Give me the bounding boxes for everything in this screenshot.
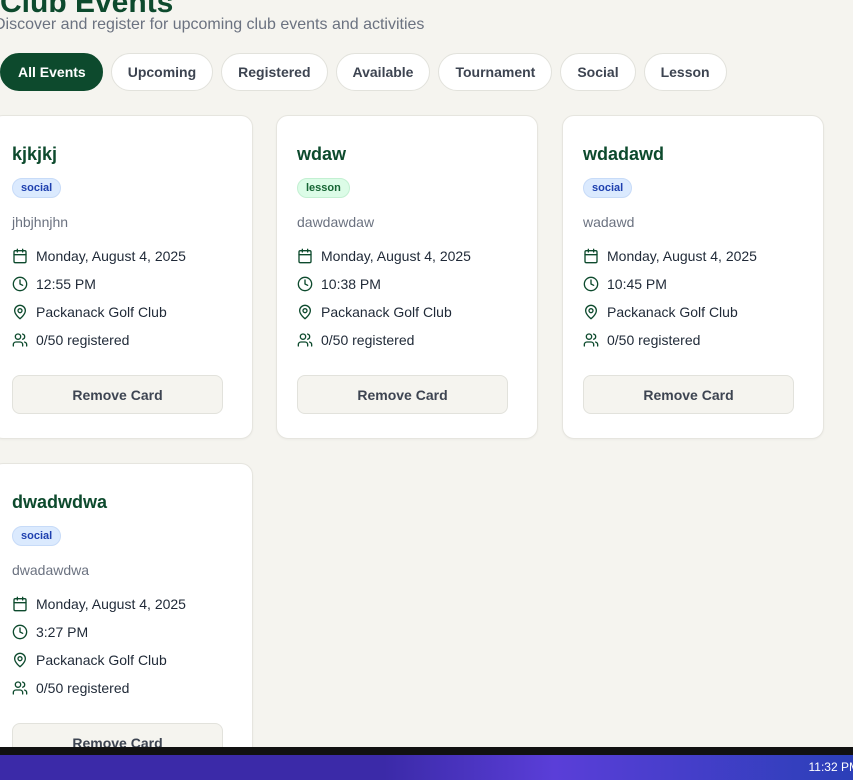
event-time: 10:45 PM [607, 276, 667, 292]
filter-registered[interactable]: Registered [221, 53, 328, 91]
filter-tournament[interactable]: Tournament [438, 53, 553, 91]
filter-upcoming[interactable]: Upcoming [110, 53, 214, 91]
event-time-row: 10:45 PM [583, 276, 667, 292]
event-registration-row: 0/50 registered [12, 680, 129, 696]
remove-card-button[interactable]: Remove Card [297, 375, 508, 414]
clock-icon [12, 624, 28, 640]
filter-available[interactable]: Available [335, 53, 431, 91]
events-page: Club Events Discover and register for up… [0, 0, 853, 780]
remove-card-button[interactable]: Remove Card [583, 375, 794, 414]
event-type-badge: lesson [297, 178, 350, 198]
map-pin-icon [585, 304, 597, 320]
clock-icon [583, 276, 599, 292]
event-title: wdadawd [583, 144, 665, 164]
event-location: Packanack Golf Club [36, 304, 167, 320]
event-date-row: Monday, August 4, 2025 [297, 248, 471, 264]
taskbar-clock[interactable]: 11:32 PM [809, 760, 853, 774]
event-date-row: Monday, August 4, 2025 [12, 596, 186, 612]
event-date: Monday, August 4, 2025 [321, 248, 471, 264]
event-card: wdadawd social wadawd Monday, August 4, … [562, 115, 824, 439]
event-registered-count: 0/50 registered [321, 332, 415, 348]
event-description: dwadawdwa [12, 562, 90, 578]
event-time-row: 3:27 PM [12, 624, 88, 640]
event-description: wadawd [583, 214, 635, 230]
event-registration-row: 0/50 registered [583, 332, 700, 348]
calendar-icon [13, 248, 27, 264]
event-time: 10:38 PM [321, 276, 381, 292]
event-title: kjkjkj [12, 144, 58, 164]
event-type-badge: social [12, 178, 62, 198]
event-card: kjkjkj social jhbjhnjhn Monday, August 4… [0, 115, 253, 439]
event-type-badge: social [12, 526, 62, 546]
event-registration-row: 0/50 registered [297, 332, 414, 348]
calendar-icon [298, 248, 312, 264]
event-title: dwadwdwa [12, 492, 108, 512]
event-type-badge: social [583, 178, 633, 198]
event-location-row: Packanack Golf Club [12, 304, 167, 320]
event-registered-count: 0/50 registered [607, 332, 701, 348]
clock-icon [297, 276, 313, 292]
filter-lesson[interactable]: Lesson [643, 53, 727, 91]
event-location: Packanack Golf Club [607, 304, 738, 320]
page-title: Club Events [0, 0, 174, 19]
event-location-row: Packanack Golf Club [12, 652, 167, 668]
event-date-row: Monday, August 4, 2025 [12, 248, 186, 264]
event-title: wdaw [297, 144, 347, 164]
page-subtitle: Discover and register for upcoming club … [0, 16, 425, 33]
taskbar-divider [0, 747, 853, 755]
event-time-row: 12:55 PM [12, 276, 96, 292]
event-time: 3:27 PM [36, 624, 89, 640]
event-card: dwadwdwa social dwadawdwa Monday, August… [0, 463, 253, 780]
users-icon [12, 333, 28, 347]
filter-bar: All Events Upcoming Registered Available… [0, 53, 727, 91]
filter-all-events[interactable]: All Events [0, 53, 103, 91]
event-description: dawdawdaw [297, 214, 375, 230]
calendar-icon [584, 248, 598, 264]
map-pin-icon [14, 652, 26, 668]
event-date: Monday, August 4, 2025 [36, 248, 186, 264]
event-location: Packanack Golf Club [36, 652, 167, 668]
event-location: Packanack Golf Club [321, 304, 452, 320]
event-date-row: Monday, August 4, 2025 [583, 248, 757, 264]
event-time-row: 10:38 PM [297, 276, 381, 292]
event-card: wdaw lesson dawdawdaw Monday, August 4, … [276, 115, 538, 439]
map-pin-icon [14, 304, 26, 320]
calendar-icon [13, 596, 27, 612]
filter-social[interactable]: Social [560, 53, 636, 91]
users-icon [583, 333, 599, 347]
clock-icon [12, 276, 28, 292]
event-date: Monday, August 4, 2025 [607, 248, 757, 264]
remove-card-button[interactable]: Remove Card [12, 375, 223, 414]
map-pin-icon [299, 304, 311, 320]
users-icon [297, 333, 313, 347]
users-icon [12, 681, 28, 695]
event-location-row: Packanack Golf Club [583, 304, 738, 320]
event-date: Monday, August 4, 2025 [36, 596, 186, 612]
event-registered-count: 0/50 registered [36, 332, 130, 348]
event-registration-row: 0/50 registered [12, 332, 129, 348]
event-description: jhbjhnjhn [12, 214, 69, 230]
event-registered-count: 0/50 registered [36, 680, 130, 696]
event-location-row: Packanack Golf Club [297, 304, 452, 320]
taskbar: 11:32 PM [0, 755, 853, 780]
event-time: 12:55 PM [36, 276, 96, 292]
